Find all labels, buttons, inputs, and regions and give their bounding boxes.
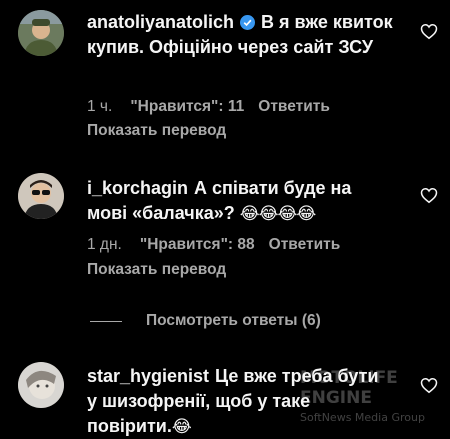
comment-body: А співати буде на xyxy=(194,178,352,198)
likes-count[interactable]: "Нравится": 11 xyxy=(130,98,244,115)
reply-button[interactable]: Ответить xyxy=(269,236,341,253)
comment-text: i_korchagin А співати буде на мові «балач… xyxy=(87,176,397,226)
comment-meta: 1 дн. "Нравится": 88 Ответить xyxy=(87,236,354,254)
view-replies-button[interactable]: Посмотреть ответы (6) xyxy=(90,310,321,332)
like-heart-button[interactable] xyxy=(420,187,438,204)
likes-count[interactable]: "Нравится": 88 xyxy=(140,236,255,253)
avatar[interactable] xyxy=(18,10,64,56)
heart-icon xyxy=(420,187,438,204)
show-translation-button[interactable]: Показать перевод xyxy=(87,122,226,140)
comment-text: anatoliyanatolich В я вже квиток купив. О… xyxy=(87,10,397,60)
heart-icon xyxy=(420,377,438,394)
avatar[interactable] xyxy=(18,173,64,219)
like-heart-button[interactable] xyxy=(420,23,438,40)
comment-line: star_hygienist Це вже треба бути xyxy=(87,364,397,389)
heart-icon xyxy=(420,23,438,40)
comment-body: мові «балачка»? xyxy=(87,203,235,223)
comment-line: повірити.😂 xyxy=(87,414,397,439)
comment-line: мові «балачка»? 😂😂😂😂 xyxy=(87,201,397,226)
avatar[interactable] xyxy=(18,362,64,408)
comment-1: anatoliyanatolich В я вже квиток купив. О… xyxy=(0,0,450,145)
username[interactable]: i_korchagin xyxy=(87,178,188,198)
show-translation-button[interactable]: Показать перевод xyxy=(87,261,226,279)
comment-line: у шизофренії, щоб у таке xyxy=(87,391,311,411)
comment-time: 1 ч. xyxy=(87,98,113,115)
comment-body: повірити. xyxy=(87,416,172,436)
comment-time: 1 дн. xyxy=(87,236,122,253)
verified-badge-icon xyxy=(240,15,256,30)
username[interactable]: star_hygienist xyxy=(87,366,209,386)
comment-line: i_korchagin А співати буде на xyxy=(87,176,397,201)
replies-divider xyxy=(90,320,122,322)
avatar-man-icon xyxy=(18,10,64,56)
reply-button[interactable]: Ответить xyxy=(258,98,330,115)
avatar-sunglasses-icon xyxy=(18,173,64,219)
like-heart-button[interactable] xyxy=(420,377,438,394)
comment-meta: 1 ч. "Нравится": 11 Ответить xyxy=(87,98,344,116)
laughing-emoji: 😂😂😂😂 xyxy=(239,204,316,223)
avatar-face-icon xyxy=(18,362,64,408)
laughing-emoji: 😂 xyxy=(171,417,192,436)
username[interactable]: anatoliyanatolich xyxy=(87,12,234,32)
view-replies-label: Посмотреть ответы (6) xyxy=(146,312,321,329)
comment-text: star_hygienist Це вже треба бути у шизофр… xyxy=(87,364,397,439)
comment-body: Це вже треба бути xyxy=(215,366,379,386)
